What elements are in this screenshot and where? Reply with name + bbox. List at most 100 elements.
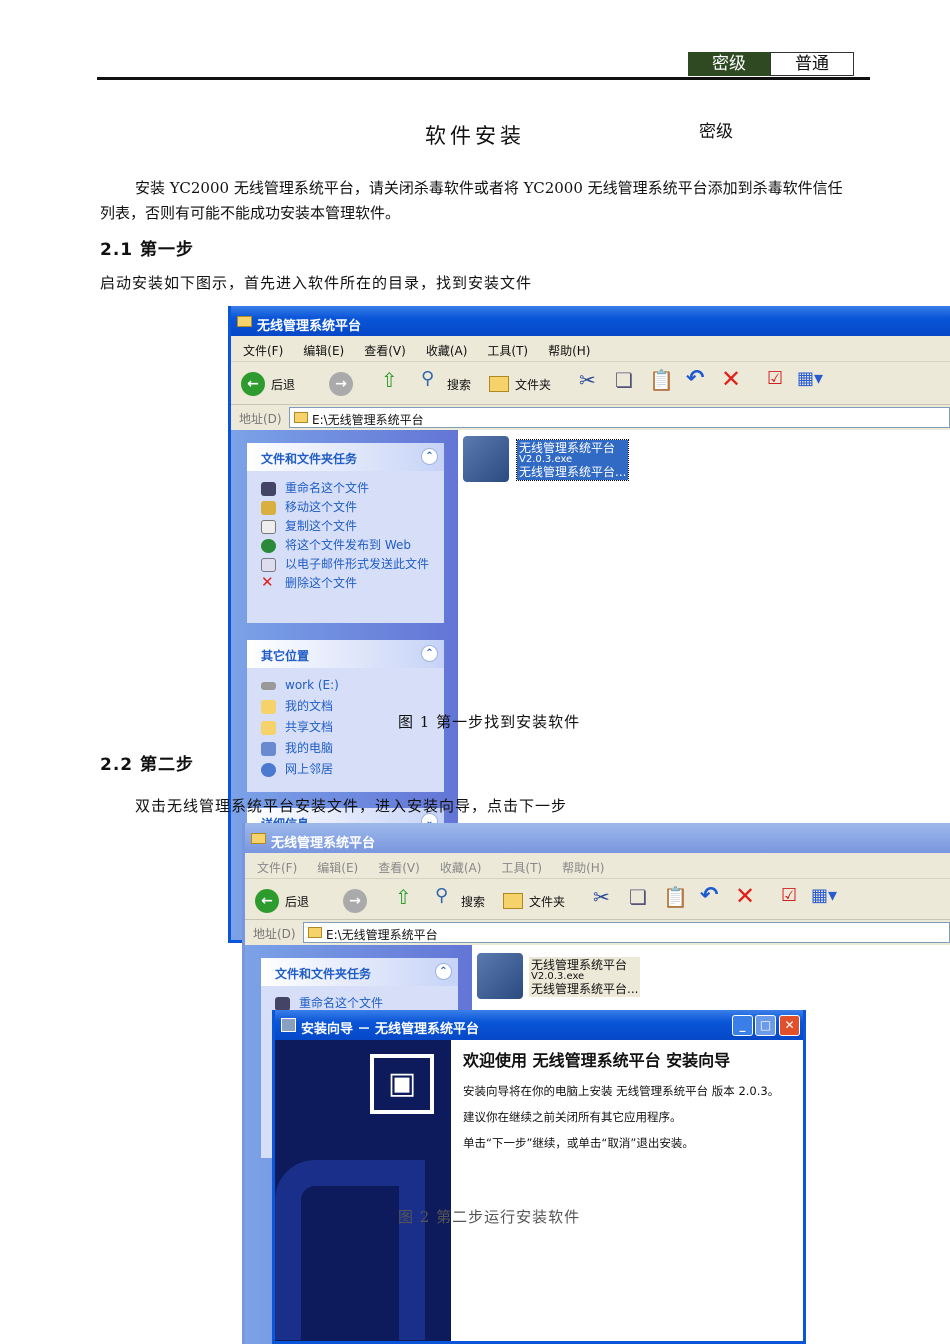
minimize-button[interactable]: _ bbox=[732, 1015, 753, 1036]
delete-icon[interactable]: ✕ bbox=[721, 365, 741, 393]
task-publish-web[interactable]: 将这个文件发布到 Web bbox=[247, 536, 444, 555]
address-label: 地址(D) bbox=[253, 927, 296, 941]
properties-icon[interactable]: ☑ bbox=[781, 885, 797, 906]
up-folder-icon[interactable]: ⇧ bbox=[395, 885, 412, 909]
maximize-button[interactable]: □ bbox=[755, 1015, 776, 1036]
back-icon[interactable]: ← bbox=[255, 889, 279, 913]
wizard-text-2: 建议你在继续之前关闭所有其它应用程序。 bbox=[463, 1110, 682, 1124]
wizard-side-banner: ▣ bbox=[275, 1040, 451, 1341]
search-button[interactable]: 搜索 bbox=[447, 376, 471, 393]
panel-header[interactable]: 文件和文件夹任务 ⌃ bbox=[247, 443, 444, 471]
installer-file-icon[interactable] bbox=[477, 953, 523, 999]
task-delete[interactable]: ✕ 删除这个文件 bbox=[247, 574, 444, 593]
forward-icon[interactable]: → bbox=[343, 889, 367, 913]
installer-file-label[interactable]: 无线管理系统平台 V2.0.3.exe 无线管理系统平台... bbox=[529, 957, 641, 997]
file-tasks-panel: 文件和文件夹任务 ⌃ 重命名这个文件 移动这个文件 复制这个文件 将这个文件发布到… bbox=[247, 443, 444, 623]
installer-icon bbox=[281, 1018, 296, 1032]
move-icon bbox=[261, 501, 276, 515]
documents-icon bbox=[261, 700, 276, 714]
cut-icon[interactable]: ✂ bbox=[593, 885, 610, 909]
delete-icon[interactable]: ✕ bbox=[735, 882, 755, 910]
task-copy[interactable]: 复制这个文件 bbox=[247, 517, 444, 536]
menu-help[interactable]: 帮助(H) bbox=[562, 861, 604, 875]
figure-2-caption: 图 2 第二步运行安装软件 bbox=[398, 1208, 581, 1226]
section-text-2: 双击无线管理系统平台安装文件，进入安装向导，点击下一步 bbox=[135, 797, 568, 815]
address-value: E:\无线管理系统平台 bbox=[312, 413, 424, 427]
folders-icon[interactable] bbox=[503, 893, 523, 909]
copy-icon[interactable]: ❏ bbox=[629, 885, 647, 909]
address-input[interactable]: E:\无线管理系统平台 bbox=[303, 922, 950, 943]
paste-icon[interactable]: 📋 bbox=[663, 885, 688, 909]
header-rule bbox=[97, 77, 870, 80]
menu-favorites[interactable]: 收藏(A) bbox=[440, 861, 482, 875]
menu-help[interactable]: 帮助(H) bbox=[548, 344, 590, 358]
undo-icon[interactable]: ↶ bbox=[700, 883, 718, 908]
menu-favorites[interactable]: 收藏(A) bbox=[426, 344, 468, 358]
menu-file[interactable]: 文件(F) bbox=[243, 344, 283, 358]
collapse-icon[interactable]: ⌃ bbox=[421, 645, 438, 662]
back-button[interactable]: 后退 bbox=[285, 893, 309, 910]
setup-computer-icon: ▣ bbox=[370, 1054, 434, 1114]
dialog-title: 安装向导 － 无线管理系统平台 bbox=[301, 1022, 480, 1037]
wizard-text-1: 安装向导将在你的电脑上安装 无线管理系统平台 版本 2.0.3。 bbox=[463, 1084, 780, 1098]
task-move[interactable]: 移动这个文件 bbox=[247, 498, 444, 517]
menu-tools[interactable]: 工具(T) bbox=[501, 861, 542, 875]
window-title-bar: 无线管理系统平台 bbox=[231, 306, 950, 336]
address-bar: 地址(D) E:\无线管理系统平台 bbox=[245, 920, 950, 945]
address-input[interactable]: E:\无线管理系统平台 bbox=[289, 407, 950, 428]
search-button[interactable]: 搜索 bbox=[461, 893, 485, 910]
place-network[interactable]: 网上邻居 bbox=[247, 760, 444, 779]
installer-file-icon[interactable] bbox=[463, 436, 509, 482]
folders-button[interactable]: 文件夹 bbox=[529, 893, 565, 910]
menu-edit[interactable]: 编辑(E) bbox=[303, 344, 344, 358]
up-folder-icon[interactable]: ⇧ bbox=[381, 368, 398, 392]
menu-view[interactable]: 查看(V) bbox=[364, 344, 406, 358]
place-my-computer[interactable]: 我的电脑 bbox=[247, 739, 444, 760]
window-title: 无线管理系统平台 bbox=[257, 319, 362, 334]
globe-icon bbox=[261, 539, 276, 553]
task-email[interactable]: 以电子邮件形式发送此文件 bbox=[247, 555, 432, 574]
folder-icon bbox=[261, 721, 276, 735]
folders-button[interactable]: 文件夹 bbox=[515, 376, 551, 393]
back-icon[interactable]: ← bbox=[241, 372, 265, 396]
setup-wizard-dialog: 安装向导 － 无线管理系统平台 _ □ ✕ ▣ 欢迎使用 无线管理系统平台 安装… bbox=[272, 1010, 806, 1344]
folders-icon[interactable] bbox=[489, 376, 509, 392]
close-button[interactable]: ✕ bbox=[779, 1015, 800, 1036]
views-icon[interactable]: ▦▾ bbox=[797, 368, 823, 389]
properties-icon[interactable]: ☑ bbox=[767, 368, 783, 389]
forward-icon[interactable]: → bbox=[329, 372, 353, 396]
place-work-drive[interactable]: work (E:) bbox=[247, 676, 444, 697]
menu-file[interactable]: 文件(F) bbox=[257, 861, 297, 875]
installer-file-label[interactable]: 无线管理系统平台 V2.0.3.exe 无线管理系统平台... bbox=[515, 439, 630, 481]
folder-icon bbox=[251, 833, 266, 844]
collapse-icon[interactable]: ⌃ bbox=[421, 448, 438, 465]
cut-icon[interactable]: ✂ bbox=[579, 368, 596, 392]
task-rename[interactable]: 重命名这个文件 bbox=[247, 479, 444, 498]
panel-title: 其它位置 bbox=[261, 649, 310, 663]
undo-icon[interactable]: ↶ bbox=[686, 366, 704, 391]
menu-bar: 文件(F) 编辑(E) 查看(V) 收藏(A) 工具(T) 帮助(H) bbox=[245, 853, 950, 879]
search-icon[interactable]: ⚲ bbox=[421, 368, 434, 389]
figure-1-caption: 图 1 第一步找到安装软件 bbox=[398, 713, 581, 731]
security-level-label: 密级 bbox=[688, 52, 770, 76]
copy-icon bbox=[261, 520, 276, 534]
menu-tools[interactable]: 工具(T) bbox=[487, 344, 528, 358]
panel-header[interactable]: 其它位置 ⌃ bbox=[247, 640, 444, 668]
back-button[interactable]: 后退 bbox=[271, 376, 295, 393]
delete-icon: ✕ bbox=[261, 573, 274, 591]
rename-icon bbox=[261, 482, 276, 496]
panel-header[interactable]: 文件和文件夹任务 ⌃ bbox=[261, 958, 458, 986]
menu-view[interactable]: 查看(V) bbox=[378, 861, 420, 875]
address-bar: 地址(D) E:\无线管理系统平台 bbox=[231, 405, 950, 430]
network-icon bbox=[261, 763, 276, 777]
paste-icon[interactable]: 📋 bbox=[649, 368, 674, 392]
collapse-icon[interactable]: ⌃ bbox=[435, 963, 452, 980]
drive-icon bbox=[261, 682, 276, 690]
search-icon[interactable]: ⚲ bbox=[435, 885, 448, 906]
copy-icon[interactable]: ❏ bbox=[615, 368, 633, 392]
address-value: E:\无线管理系统平台 bbox=[326, 928, 438, 942]
views-icon[interactable]: ▦▾ bbox=[811, 885, 837, 906]
folder-icon bbox=[308, 927, 322, 938]
panel-title: 文件和文件夹任务 bbox=[275, 967, 372, 981]
menu-edit[interactable]: 编辑(E) bbox=[317, 861, 358, 875]
